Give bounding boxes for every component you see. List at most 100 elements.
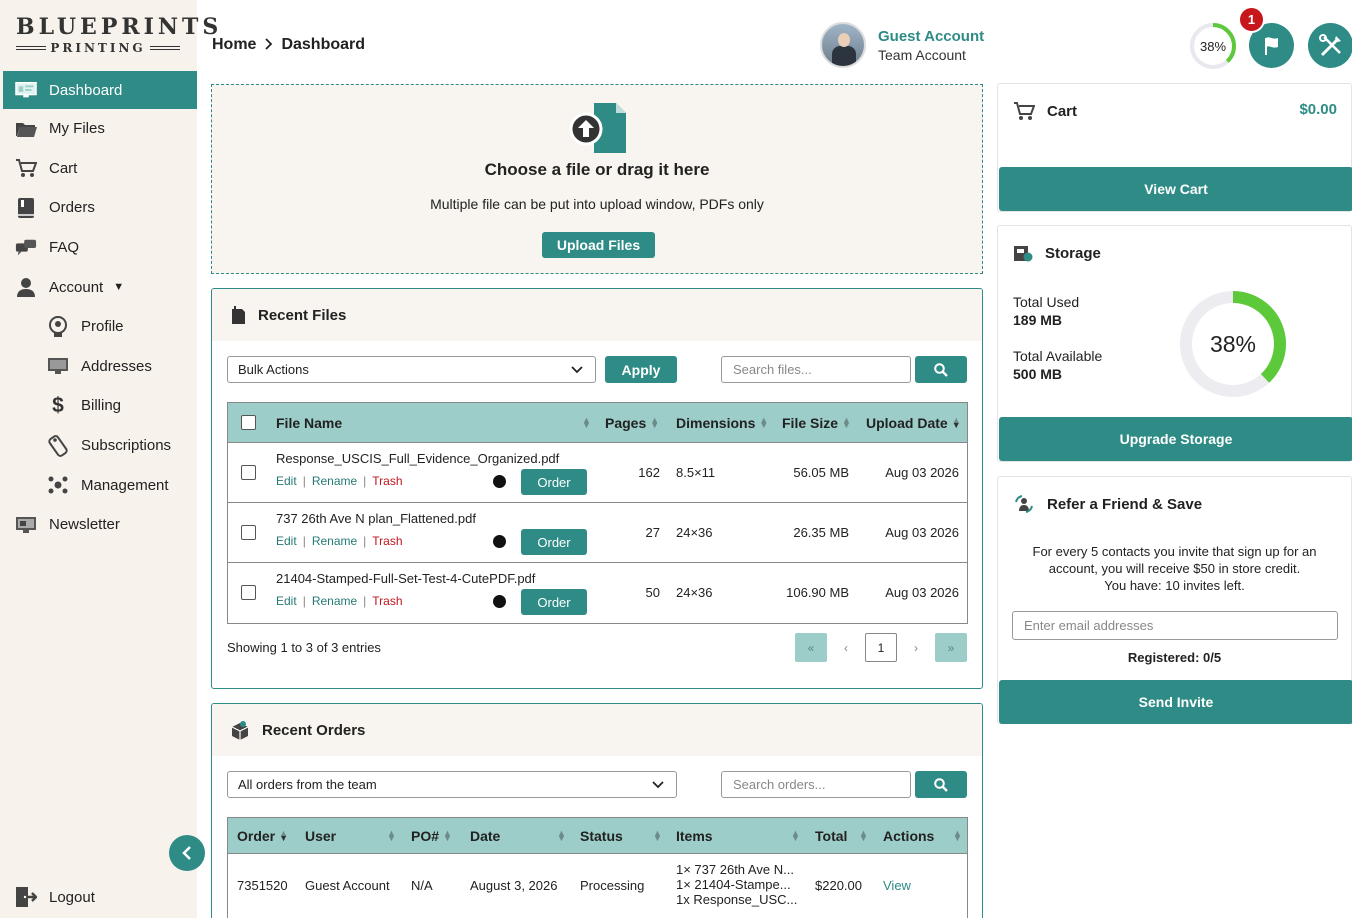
last-page-button[interactable]: »	[935, 633, 967, 662]
file-dimensions: 24×36	[676, 525, 713, 540]
sidebar-item-dashboard[interactable]: Dashboard	[3, 71, 197, 109]
trash-link[interactable]: Trash	[372, 534, 402, 548]
select-all-checkbox[interactable]	[241, 415, 256, 430]
rename-link[interactable]: Rename	[312, 594, 357, 608]
trash-link[interactable]: Trash	[372, 594, 402, 608]
col-label: Date	[470, 827, 501, 844]
apply-button[interactable]: Apply	[605, 356, 677, 383]
storage-mini-gauge[interactable]: 38%	[1189, 22, 1237, 70]
sort-icon: ▲ ▼	[842, 414, 851, 430]
row-checkbox[interactable]	[241, 525, 256, 540]
col-dimensions[interactable]: Dimensions ▲ ▼	[676, 415, 768, 431]
chevron-left-icon	[182, 846, 191, 860]
edit-link[interactable]: Edit	[276, 594, 297, 608]
cart-card: Cart $0.00 View Cart	[997, 83, 1352, 212]
sort-icon: ▲ ▼	[653, 827, 662, 843]
files-table: File Name ▲ ▼ Pages ▲ ▼ Dimensions ▲ ▼ File S…	[227, 402, 968, 624]
total-available-label: Total Available	[1013, 348, 1103, 364]
rename-link[interactable]: Rename	[312, 474, 357, 488]
upload-dropzone[interactable]: Choose a file or drag it here Multiple f…	[211, 84, 983, 274]
sidebar-item-label: Dashboard	[49, 81, 123, 99]
collapse-sidebar-button[interactable]	[169, 835, 205, 871]
prev-page-button[interactable]: ‹	[831, 633, 861, 662]
current-page-button[interactable]: 1	[865, 633, 897, 662]
rename-link[interactable]: Rename	[312, 534, 357, 548]
chevron-down-icon	[652, 781, 664, 789]
sidebar-item-my-files[interactable]: My Files	[3, 109, 197, 149]
col-order[interactable]: Order ▲ ▼	[237, 828, 288, 844]
sidebar-item-faq[interactable]: FAQ	[3, 228, 197, 268]
user-menu[interactable]: Guest Account Team Account	[820, 22, 984, 68]
breadcrumb-home[interactable]: Home	[212, 36, 256, 54]
search-orders-input[interactable]: Search orders...	[721, 771, 911, 798]
view-order-link[interactable]: View	[883, 878, 911, 893]
separator: |	[302, 594, 306, 608]
order-po: N/A	[411, 878, 433, 893]
logo-rule	[16, 46, 47, 50]
col-label: User	[305, 827, 337, 844]
send-invite-button[interactable]: Send Invite	[999, 680, 1352, 724]
bulk-actions-select[interactable]: Bulk Actions	[227, 356, 596, 383]
refer-title: Refer a Friend & Save	[1047, 495, 1203, 513]
total-used-value: 189 MB	[1013, 312, 1063, 328]
edit-link[interactable]: Edit	[276, 534, 297, 548]
trash-link[interactable]: Trash	[372, 474, 402, 488]
col-user[interactable]: User	[305, 828, 336, 844]
first-page-button[interactable]: «	[795, 633, 827, 662]
sidebar-item-newsletter[interactable]: Newsletter	[3, 505, 197, 545]
next-page-button[interactable]: ›	[901, 633, 931, 662]
sidebar-item-label: Management	[81, 476, 169, 494]
file-size: 56.05 MB	[793, 465, 849, 480]
col-pages[interactable]: Pages ▲ ▼	[605, 415, 659, 431]
search-orders-button[interactable]	[915, 771, 967, 798]
sidebar-item-orders[interactable]: Orders	[3, 188, 197, 228]
caret-down-icon[interactable]: ▼	[113, 281, 124, 293]
sidebar-item-addresses[interactable]: Addresses	[3, 347, 197, 387]
row-checkbox[interactable]	[241, 585, 256, 600]
col-status[interactable]: Status	[580, 828, 623, 844]
refer-text-line: For every 5 contacts you invite that sig…	[1032, 544, 1317, 559]
total-available-value: 500 MB	[1013, 366, 1063, 382]
col-total[interactable]: Total	[815, 828, 847, 844]
invite-email-input[interactable]: Enter email addresses	[1012, 611, 1338, 640]
edit-link[interactable]: Edit	[276, 474, 297, 488]
upload-files-button[interactable]: Upload Files	[542, 232, 655, 258]
brand-logo[interactable]: BLUEPRINTS PRINTING	[16, 14, 218, 55]
cart-icon	[1014, 102, 1035, 120]
sidebar-item-management[interactable]: Management	[3, 465, 197, 505]
clock-icon	[493, 475, 506, 488]
sidebar-item-billing[interactable]: $ Billing	[3, 386, 197, 426]
col-label: Total	[815, 827, 848, 844]
row-actions: Edit | Rename | Trash	[276, 534, 403, 548]
search-files-button[interactable]	[915, 356, 967, 383]
order-button[interactable]: Order	[521, 589, 587, 615]
storage-title: Storage	[1045, 244, 1101, 262]
logout-link[interactable]: Logout	[15, 886, 95, 908]
col-file-size[interactable]: File Size ▲ ▼	[782, 415, 851, 431]
col-upload-date[interactable]: Upload Date ▲ ▼	[866, 415, 961, 431]
row-checkbox[interactable]	[241, 465, 256, 480]
file-dimensions: 8.5×11	[676, 465, 716, 480]
logout-label: Logout	[49, 888, 95, 906]
col-po[interactable]: PO# ▲ ▼	[411, 828, 452, 844]
col-date[interactable]: Date	[470, 828, 500, 844]
orders-filter-select[interactable]: All orders from the team	[227, 771, 677, 798]
sort-desc-icon: ▲ ▼	[279, 827, 289, 843]
sidebar-item-cart[interactable]: Cart	[3, 149, 197, 189]
sidebar-item-profile[interactable]: Profile	[3, 307, 197, 347]
file-name: 737 26th Ave N plan_Flattened.pdf	[276, 511, 476, 526]
sort-icon: ▲ ▼	[791, 827, 800, 843]
sidebar-item-account[interactable]: Account ▼	[3, 267, 197, 307]
refer-header: Refer a Friend & Save	[1013, 494, 1202, 514]
user-role: Team Account	[878, 46, 966, 63]
tools-button[interactable]	[1308, 23, 1352, 68]
flag-icon	[1264, 36, 1278, 55]
col-file-name[interactable]: File Name	[276, 415, 342, 431]
search-files-input[interactable]: Search files...	[721, 356, 911, 383]
upgrade-storage-button[interactable]: Upgrade Storage	[999, 417, 1352, 461]
sidebar-item-subscriptions[interactable]: Subscriptions	[3, 426, 197, 466]
order-button[interactable]: Order	[521, 529, 587, 555]
col-items[interactable]: Items	[676, 828, 713, 844]
order-button[interactable]: Order	[521, 469, 587, 495]
view-cart-button[interactable]: View Cart	[999, 167, 1352, 211]
